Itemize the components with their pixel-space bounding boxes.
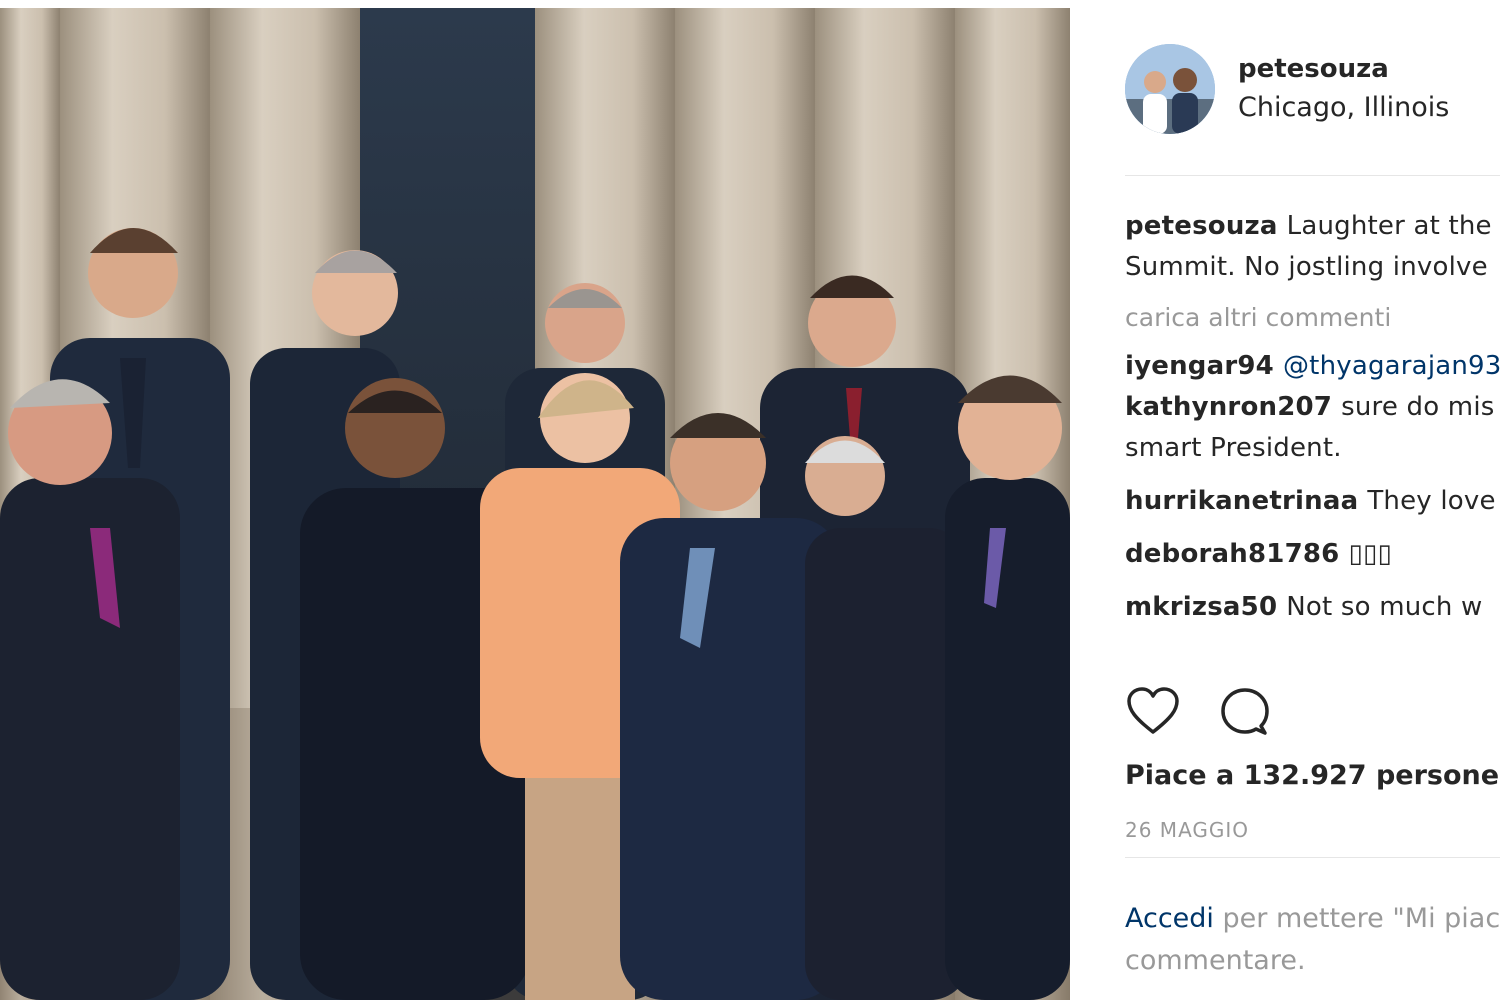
comment-item: mkrizsa50 Not so much w [1125,587,1500,628]
footer-divider [1125,857,1500,858]
login-prompt: Accedi per mettere "Mi piac commentare. [1125,898,1500,982]
comment-username[interactable]: mkrizsa50 [1125,592,1277,622]
comment-item: iyengar94 @thyagarajan93 [1125,346,1500,387]
comment-item: kathynron207 sure do mis smart President. [1125,387,1500,469]
caption-text-line2: Summit. No jostling involve [1125,252,1488,282]
post-date[interactable]: 26 MAGGIO [1125,818,1249,842]
comment-text-line2: smart President. [1125,433,1342,463]
likes-count[interactable]: Piace a 132.927 persone [1125,760,1499,791]
comment-username[interactable]: kathynron207 [1125,392,1332,422]
avatar-image [1125,44,1215,134]
post-location[interactable]: Chicago, Illinois [1238,92,1449,123]
comments-section: petesouza Laughter at the Summit. No jost… [1125,206,1500,628]
comment-text: Not so much w [1286,592,1483,622]
caption-text-line1: Laughter at the [1286,211,1492,241]
like-button[interactable] [1125,684,1181,740]
avatar[interactable] [1125,44,1215,134]
heart-icon [1127,687,1179,734]
comment-item: deborah81786 ▯▯▯ [1125,534,1500,575]
header-divider [1125,175,1500,176]
post-caption: petesouza Laughter at the Summit. No jost… [1125,206,1500,288]
caption-username[interactable]: petesouza [1125,211,1278,241]
post-header: petesouza Chicago, Illinois [1125,40,1500,140]
post-sidebar: petesouza Chicago, Illinois petesouza Lau… [1070,0,1500,1000]
comment-mention[interactable]: @thyagarajan93 [1283,351,1500,381]
comment-bubble-icon [1221,688,1269,735]
comment-username[interactable]: iyengar94 [1125,351,1274,381]
post-photo[interactable] [0,8,1070,1000]
comment-item: hurrikanetrinaa They love [1125,481,1500,522]
login-link[interactable]: Accedi [1125,903,1214,934]
login-prompt-text-line2: commentare. [1125,945,1306,976]
login-prompt-text: per mettere "Mi piac [1222,903,1500,934]
post-username[interactable]: petesouza [1238,54,1389,84]
comment-username[interactable]: hurrikanetrinaa [1125,486,1358,516]
post-actions [1125,684,1325,744]
comment-text: ▯▯▯ [1348,539,1392,569]
instagram-post-page: petesouza Chicago, Illinois petesouza Lau… [0,0,1500,1000]
comment-username[interactable]: deborah81786 [1125,539,1339,569]
comment-button[interactable] [1217,684,1273,740]
comment-text: They love [1367,486,1496,516]
group-photo-illustration [0,8,1070,1000]
load-more-comments-link[interactable]: carica altri commenti [1125,298,1500,338]
comment-text: sure do mis [1341,392,1495,422]
